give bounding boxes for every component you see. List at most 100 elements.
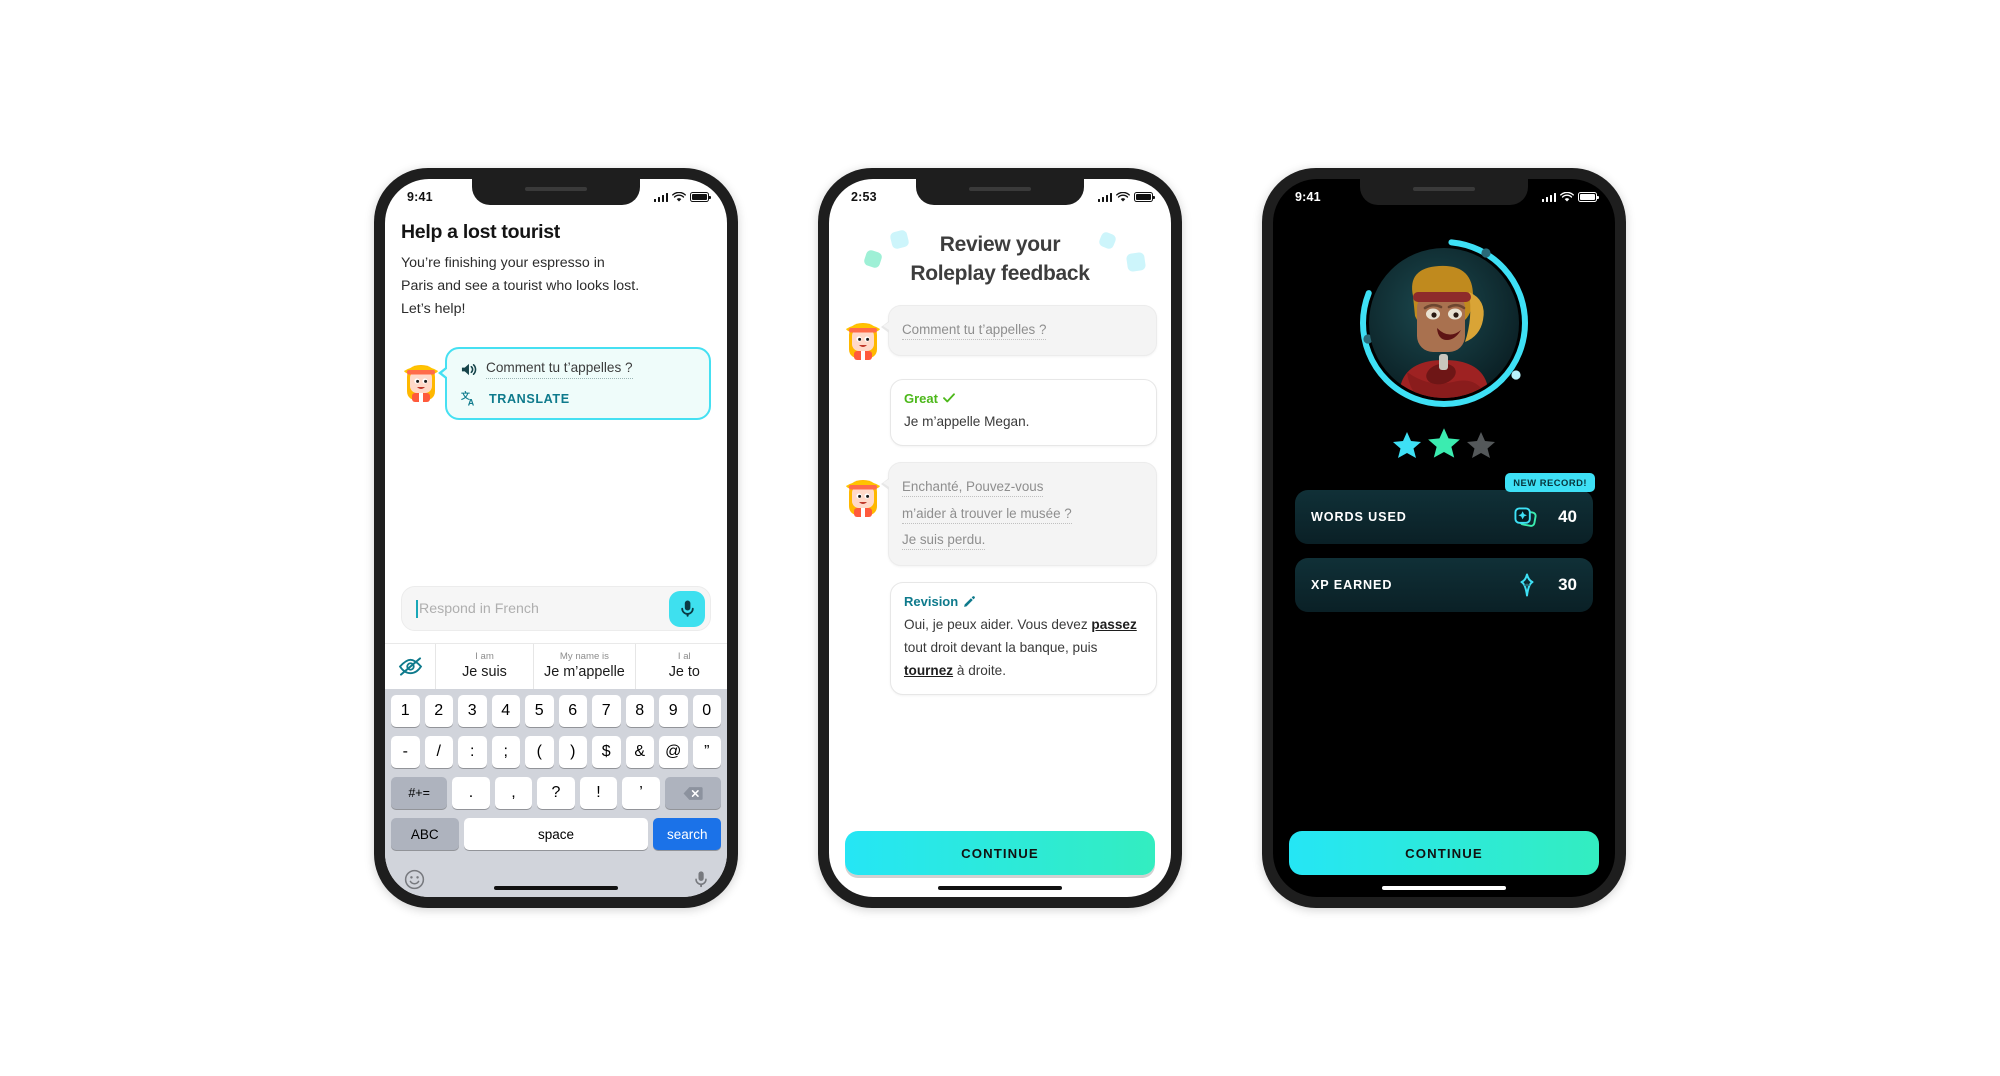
dictation-microphone-icon[interactable] [694,870,708,889]
key-7[interactable]: 7 [592,695,621,727]
feedback-scroll-area[interactable]: Review your Roleplay feedback Comment tu… [829,209,1171,831]
suggestion-english: I al [677,650,691,662]
stat-row-xp-earned: XP EARNED 30 [1295,558,1593,612]
key-paren-close[interactable]: ) [558,736,587,768]
battery-icon [690,192,711,202]
microphone-icon[interactable] [680,599,695,618]
battery-icon [1134,192,1155,202]
emoji-icon[interactable] [404,869,425,890]
key-at[interactable]: @ [659,736,688,768]
feedback-card-great[interactable]: Great Je m’appelle Megan. [890,378,1157,446]
prompt-line: Paris and see a tourist who looks lost. [401,278,640,294]
translate-button[interactable]: 文 A TRANSLATE [460,390,697,407]
key-3[interactable]: 3 [458,695,487,727]
key-ampersand[interactable]: & [625,736,654,768]
feedback-heading-text: Great [904,390,938,406]
eye-off-icon[interactable] [398,656,423,677]
suggestion-chip-3[interactable]: I al Je to [634,644,727,689]
avatar-progress-ring [1356,235,1532,411]
key-search[interactable]: search [653,818,722,850]
status-time: 9:41 [1295,190,1321,204]
key-4[interactable]: 4 [491,695,520,727]
suggestion-chip-1[interactable]: I am Je suis [435,644,533,689]
suggestion-chip-2[interactable]: My name is Je m’appelle [533,644,635,689]
phone-mockup-2: 2:53 Review your Roleplay feedback Comme… [818,168,1182,908]
backspace-key[interactable] [664,777,721,809]
prompt-line: Je suis perdu. [902,527,1143,554]
key-abc[interactable]: ABC [391,818,459,850]
key-2[interactable]: 2 [424,695,453,727]
prompt-line: Comment tu t’appelles ? [902,317,1143,344]
prompt-line: You’re finishing your espresso in [401,255,605,271]
continue-button[interactable]: CONTINUE [1289,831,1599,875]
key-comma[interactable]: , [494,777,533,809]
wifi-icon [1560,191,1574,202]
status-time: 2:53 [851,190,877,204]
key-5[interactable]: 5 [525,695,554,727]
key-1[interactable]: 1 [391,695,420,727]
speech-bubble[interactable]: Comment tu t’appelles ? 文 A TRANSLATE [438,347,711,420]
star-filled-icon [1428,428,1460,458]
prompt-line: m’aider à trouver le musée ? [902,501,1143,528]
feedback-card-revision[interactable]: Revision Oui, je peux aider. Vous devez … [890,582,1157,695]
speaker-icon[interactable] [460,362,477,377]
keyboard-row-numbers: 1 2 3 4 5 6 7 8 9 0 [388,695,724,727]
key-hyphen[interactable]: - [391,736,420,768]
prompt-line-text: m’aider à trouver le musée ? [902,505,1072,524]
key-question[interactable]: ? [537,777,575,809]
prompt-card[interactable]: Enchanté, Pouvez-vous m’aider à trouver … [881,461,1157,567]
response-input-placeholder: Respond in French [419,600,539,617]
key-colon[interactable]: : [458,736,487,768]
prompt-line: Let’s help! [401,301,466,317]
key-quote[interactable]: ” [692,736,721,768]
page-title-line1: Review your [939,233,1061,256]
bubble-speech-row[interactable]: Comment tu t’appelles ? [460,360,697,379]
key-exclaim[interactable]: ! [579,777,618,809]
stat-row-words-used: NEW RECORD! WORDS USED 40 [1295,473,1595,544]
stat-value: 40 [1558,507,1577,526]
xp-bolt-icon [1520,573,1534,597]
wifi-icon [1116,191,1130,202]
feedback-body: Je m’appelle Megan. [904,413,1030,429]
screen-roleplay-feedback: 2:53 Review your Roleplay feedback Comme… [829,179,1171,897]
keyboard-row-bottom: ABC space search [388,818,724,850]
continue-button[interactable]: CONTINUE [845,831,1155,875]
key-dollar[interactable]: $ [592,736,621,768]
prompt-line-text: Je suis perdu. [902,532,986,551]
prompt-line-text: Comment tu t’appelles ? [902,321,1047,340]
prompt-card[interactable]: Comment tu t’appelles ? [881,304,1157,356]
check-icon [943,393,955,403]
key-paren-open[interactable]: ( [525,736,554,768]
key-symbols-toggle[interactable]: #+= [391,777,448,809]
key-period[interactable]: . [452,777,490,809]
device-notch [1360,179,1528,205]
key-0[interactable]: 0 [692,695,721,727]
screen-session-summary: 9:41 NEW RECORD! WORDS USED 40 XP EARNED… [1273,179,1615,897]
suggestion-bar: I am Je suis My name is Je m’appelle I a… [385,643,727,689]
message-row-feedback: Great Je m’appelle Megan. [843,378,1157,446]
key-slash[interactable]: / [424,736,453,768]
keyboard-row-punctuation: #+= . , ? ! ’ [388,777,724,809]
pencil-icon [964,595,976,607]
status-time: 9:41 [407,190,433,204]
screenshot-stage: 9:41 Help a lost tourist You’re finishin… [0,0,2000,1076]
message-row-revision: Revision Oui, je peux aider. Vous devez … [843,582,1157,695]
key-6[interactable]: 6 [558,695,587,727]
character-portrait-icon [1369,248,1519,398]
key-semicolon[interactable]: ; [491,736,520,768]
key-9[interactable]: 9 [659,695,688,727]
character-avatar-icon [846,479,880,517]
backspace-icon[interactable] [683,786,703,801]
scroll-fade [829,791,1171,831]
mic-button[interactable] [669,590,705,627]
response-input[interactable]: Respond in French [401,586,711,631]
hide-hints-button[interactable] [385,644,435,689]
key-apostrophe[interactable]: ’ [622,777,660,809]
home-indicator [494,885,618,890]
key-8[interactable]: 8 [625,695,654,727]
key-space[interactable]: space [463,818,649,850]
translate-icon[interactable]: 文 A [461,390,479,407]
status-icons [653,191,711,203]
